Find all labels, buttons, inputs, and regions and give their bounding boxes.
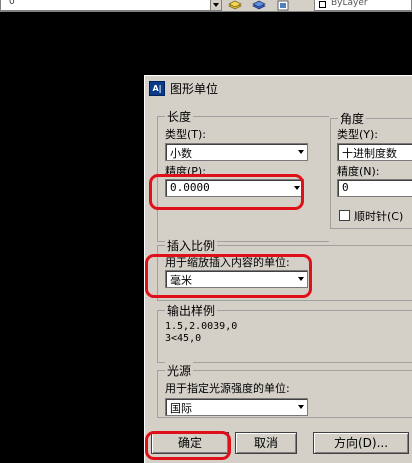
sample-line-1: 1.5,2.0039,0: [165, 321, 238, 332]
color-combo[interactable]: ByLayer: [314, 0, 412, 11]
layer-isolate-icon[interactable]: [276, 0, 290, 11]
chevron-down-icon[interactable]: [210, 0, 221, 10]
dialog-title: 图形单位: [170, 82, 219, 96]
angle-group-label: 角度: [338, 110, 367, 127]
clockwise-label: 顺时针(C): [354, 210, 404, 223]
cancel-button[interactable]: 取消: [235, 432, 297, 454]
angle-precision-select[interactable]: 0: [337, 179, 412, 197]
chevron-down-icon: [298, 150, 304, 154]
property-combo[interactable]: 0: [0, 0, 222, 11]
chevron-down-icon: [298, 405, 304, 409]
sample-line-2: 3<45,0: [165, 333, 202, 344]
lighting-units-label: 用于指定光源强度的单位:: [165, 382, 290, 395]
property-combo-value: 0: [9, 0, 15, 7]
layer-states-icon[interactable]: [228, 0, 242, 11]
autocad-app-icon: A|: [149, 81, 165, 96]
length-type-value: 小数: [170, 147, 192, 160]
annotation-highlight-ok: [145, 431, 231, 460]
annotation-highlight-precision: [149, 174, 304, 210]
length-type-label: 类型(T):: [165, 128, 207, 141]
color-swatch: [319, 1, 326, 8]
angle-type-select[interactable]: 十进制度数: [337, 143, 412, 161]
angle-precision-value: 0: [342, 181, 349, 194]
top-toolbar: 0 ByLayer: [0, 0, 412, 12]
angle-type-value: 十进制度数: [342, 147, 397, 160]
clockwise-checkbox[interactable]: [339, 210, 350, 221]
lighting-units-value: 国际: [170, 402, 192, 415]
dialog-titlebar[interactable]: A| 图形单位: [145, 76, 412, 100]
sample-output-group-label: 输出样例: [165, 302, 218, 319]
angle-type-label: 类型(Y):: [337, 128, 379, 141]
lighting-units-select[interactable]: 国际: [165, 398, 308, 416]
length-type-select[interactable]: 小数: [165, 143, 308, 161]
direction-button[interactable]: 方向(D)...: [313, 432, 409, 454]
annotation-highlight-insert-units: [145, 254, 312, 298]
lighting-group-label: 光源: [165, 362, 194, 379]
color-combo-value: ByLayer: [331, 0, 368, 8]
length-group-label: 长度: [165, 108, 194, 125]
insert-scale-group-label: 插入比例: [165, 237, 218, 254]
angle-precision-label: 精度(N):: [337, 165, 380, 178]
layer-previous-icon[interactable]: [252, 0, 266, 11]
